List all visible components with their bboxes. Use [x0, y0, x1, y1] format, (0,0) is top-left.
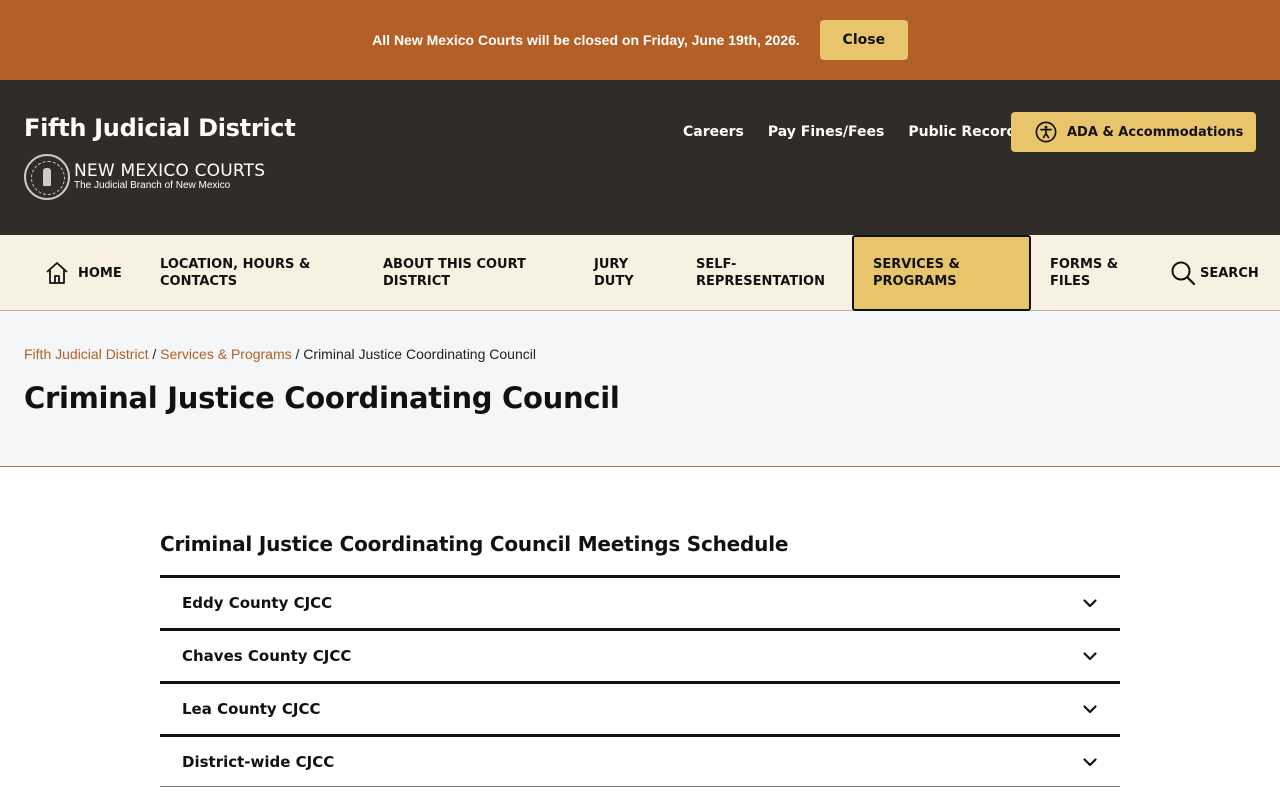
- nav-jury-duty[interactable]: JURY DUTY: [594, 235, 634, 311]
- chevron-down-icon: [1083, 705, 1097, 714]
- chevron-down-icon: [1083, 757, 1097, 766]
- accordion-item-lea[interactable]: Lea County CJCC: [160, 681, 1120, 734]
- alert-close-button[interactable]: Close: [819, 20, 908, 60]
- nav-forms-line1: FORMS &: [1050, 257, 1119, 272]
- accordion-item-chaves[interactable]: Chaves County CJCC: [160, 628, 1120, 681]
- accessibility-icon: [1035, 121, 1057, 143]
- accordion-label: Eddy County CJCC: [182, 594, 333, 612]
- careers-link[interactable]: Careers: [683, 124, 744, 140]
- accordion-label: Lea County CJCC: [182, 700, 321, 718]
- nav-home-label: HOME: [78, 265, 122, 281]
- nav-jury-line2: DUTY: [594, 274, 634, 289]
- nav-services-line2: PROGRAMS: [873, 274, 957, 289]
- section-title: Criminal Justice Coordinating Council Me…: [160, 532, 789, 556]
- nav-jury-line1: JURY: [594, 257, 629, 272]
- nav-location-line1: LOCATION, HOURS &: [160, 257, 311, 272]
- ada-accommodations-button[interactable]: ADA & Accommodations: [1011, 112, 1256, 152]
- nav-forms-files[interactable]: FORMS & FILES: [1050, 235, 1118, 311]
- nav-about[interactable]: ABOUT THIS COURT DISTRICT: [383, 235, 526, 311]
- logo-text: NEW MEXICO COURTS The Judicial Branch of…: [74, 160, 266, 192]
- site-name[interactable]: Fifth Judicial District: [24, 114, 296, 142]
- breadcrumb-home-link[interactable]: Fifth Judicial District: [24, 346, 148, 362]
- breadcrumb-separator: /: [152, 346, 161, 362]
- nav-location-line2: CONTACTS: [160, 274, 238, 289]
- chevron-down-icon: [1083, 652, 1097, 661]
- utility-nav: Careers Pay Fines/Fees Public Records: [683, 124, 1049, 140]
- nav-self-representation[interactable]: SELF- REPRESENTATION: [696, 235, 825, 311]
- alert-banner: All New Mexico Courts will be closed on …: [0, 0, 1280, 80]
- logo-main-text: NEW MEXICO COURTS: [74, 160, 266, 181]
- nav-search[interactable]: SEARCH: [1170, 235, 1259, 311]
- logo-sub-text: The Judicial Branch of New Mexico: [74, 179, 231, 191]
- nav-home[interactable]: HOME: [44, 235, 122, 311]
- accordion-item-district-wide[interactable]: District-wide CJCC: [160, 734, 1120, 787]
- nav-about-line1: ABOUT THIS COURT: [383, 257, 526, 272]
- breadcrumb-section-link[interactable]: Services & Programs: [160, 346, 291, 362]
- nav-search-label: SEARCH: [1200, 265, 1259, 281]
- site-header: Fifth Judicial District NEW MEXICO COURT…: [0, 80, 1280, 235]
- search-icon: [1171, 261, 1196, 286]
- nav-services-programs[interactable]: SERVICES & PROGRAMS: [852, 235, 1031, 311]
- accordion-item-eddy[interactable]: Eddy County CJCC: [160, 575, 1120, 628]
- nav-self-line1: SELF-: [696, 257, 737, 272]
- nav-about-line2: DISTRICT: [383, 274, 451, 289]
- main-nav: HOME LOCATION, HOURS & CONTACTS ABOUT TH…: [0, 235, 1280, 311]
- pay-fines-link[interactable]: Pay Fines/Fees: [768, 124, 885, 140]
- page-header: Fifth Judicial District / Services & Pro…: [0, 311, 1280, 467]
- page-title: Criminal Justice Coordinating Council: [24, 381, 620, 415]
- nav-location-hours[interactable]: LOCATION, HOURS & CONTACTS: [160, 235, 310, 311]
- nm-courts-logo[interactable]: NEW MEXICO COURTS The Judicial Branch of…: [24, 154, 265, 200]
- public-records-link[interactable]: Public Records: [908, 124, 1024, 140]
- home-icon: [46, 262, 68, 284]
- nav-forms-line2: FILES: [1050, 274, 1091, 289]
- alert-message: All New Mexico Courts will be closed on …: [372, 32, 800, 48]
- chevron-down-icon: [1083, 599, 1097, 608]
- accordion-label: Chaves County CJCC: [182, 647, 352, 665]
- accordion-label: District-wide CJCC: [182, 752, 335, 771]
- meetings-accordion: Eddy County CJCC Chaves County CJCC Lea …: [160, 575, 1120, 787]
- ada-label: ADA & Accommodations: [1067, 124, 1244, 140]
- nav-self-line2: REPRESENTATION: [696, 274, 825, 289]
- breadcrumb-current: Criminal Justice Coordinating Council: [303, 346, 536, 362]
- breadcrumb: Fifth Judicial District / Services & Pro…: [24, 346, 536, 362]
- court-seal-icon: [24, 154, 70, 200]
- nav-services-line1: SERVICES &: [873, 257, 960, 272]
